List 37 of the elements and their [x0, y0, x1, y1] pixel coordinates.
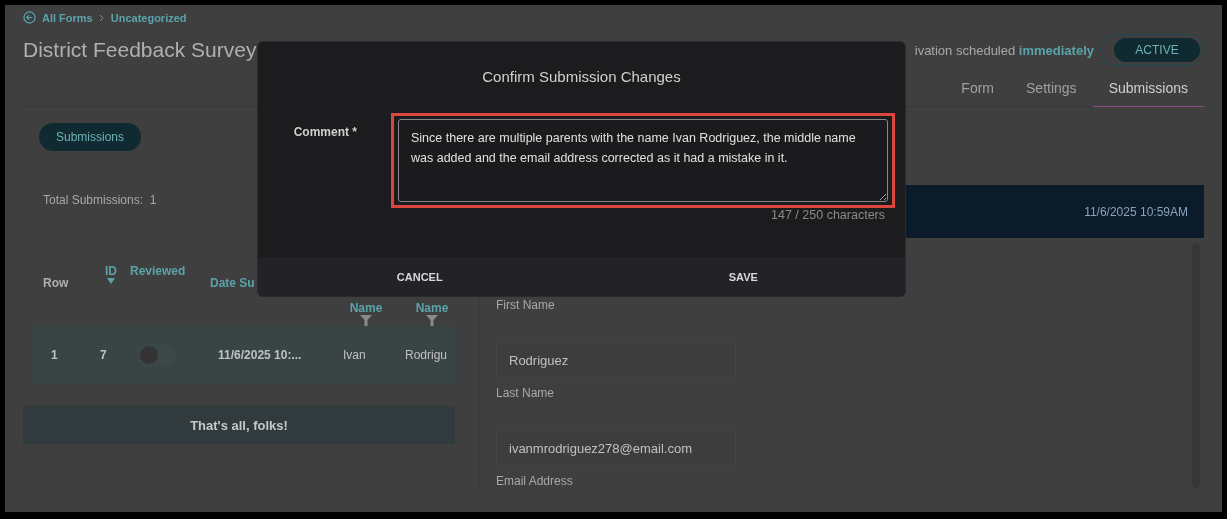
- table-cell-text: 1: [51, 348, 59, 362]
- tab[interactable]: Submissions: [1092, 72, 1204, 107]
- column-header[interactable]: ID: [105, 264, 117, 278]
- total-submissions: Total Submissions: 1: [43, 193, 158, 207]
- column-header[interactable]: Name: [415, 301, 449, 315]
- breadcrumb-link[interactable]: All Forms: [42, 11, 93, 24]
- character-counter: 147 / 250 characters: [771, 208, 885, 222]
- dialog-title: Confirm Submission Changes: [481, 68, 682, 85]
- save-button[interactable]: SAVE: [581, 257, 905, 296]
- tab[interactable]: Form: [945, 72, 1011, 107]
- breadcrumb-link[interactable]: Uncategorized: [110, 11, 187, 24]
- table-cell-text: 7: [100, 348, 108, 362]
- table-row[interactable]: 1 7 11/6/2025 10:... Ivan Rodrigu: [31, 326, 455, 384]
- submissions-button[interactable]: Submissions: [39, 123, 142, 151]
- comment-field[interactable]: Since there are multiple parents with the name Ivan Rodriguez, the middle name was added and the email address corrected as it had a mistake in it.: [398, 119, 888, 202]
- cancel-button[interactable]: CANCEL: [258, 257, 582, 296]
- back-arrow-icon[interactable]: [23, 11, 36, 24]
- text-field[interactable]: ivanmrodriguez278@email.com: [496, 430, 736, 466]
- end-text: That's all, folks!: [190, 417, 288, 433]
- form-title: District Feedback Survey: [23, 38, 257, 62]
- tab[interactable]: Settings: [1010, 72, 1093, 107]
- column-header[interactable]: Date Su: [210, 276, 255, 290]
- table-cell-text: Ivan: [343, 348, 367, 362]
- field-label: Email Address: [496, 474, 573, 488]
- chevron-icon: [98, 13, 105, 22]
- field-label: First Name: [496, 298, 555, 312]
- schedule-text: ivation scheduled immediately: [914, 42, 1094, 58]
- sort-caret-icon: [107, 278, 115, 284]
- table-cell-text: 11/6/2025 10:...: [218, 348, 303, 362]
- column-header[interactable]: Name: [349, 301, 383, 315]
- field-label: Last Name: [496, 386, 555, 400]
- table-cell-text: Rodrigu: [405, 348, 449, 362]
- text-field[interactable]: Rodriguez: [496, 342, 736, 378]
- timestamp: 11/6/2025 10:59AM: [1084, 204, 1188, 219]
- column-header[interactable]: Reviewed: [130, 264, 186, 278]
- comment-label: Comment *: [292, 124, 358, 141]
- column-header: Row: [43, 276, 69, 290]
